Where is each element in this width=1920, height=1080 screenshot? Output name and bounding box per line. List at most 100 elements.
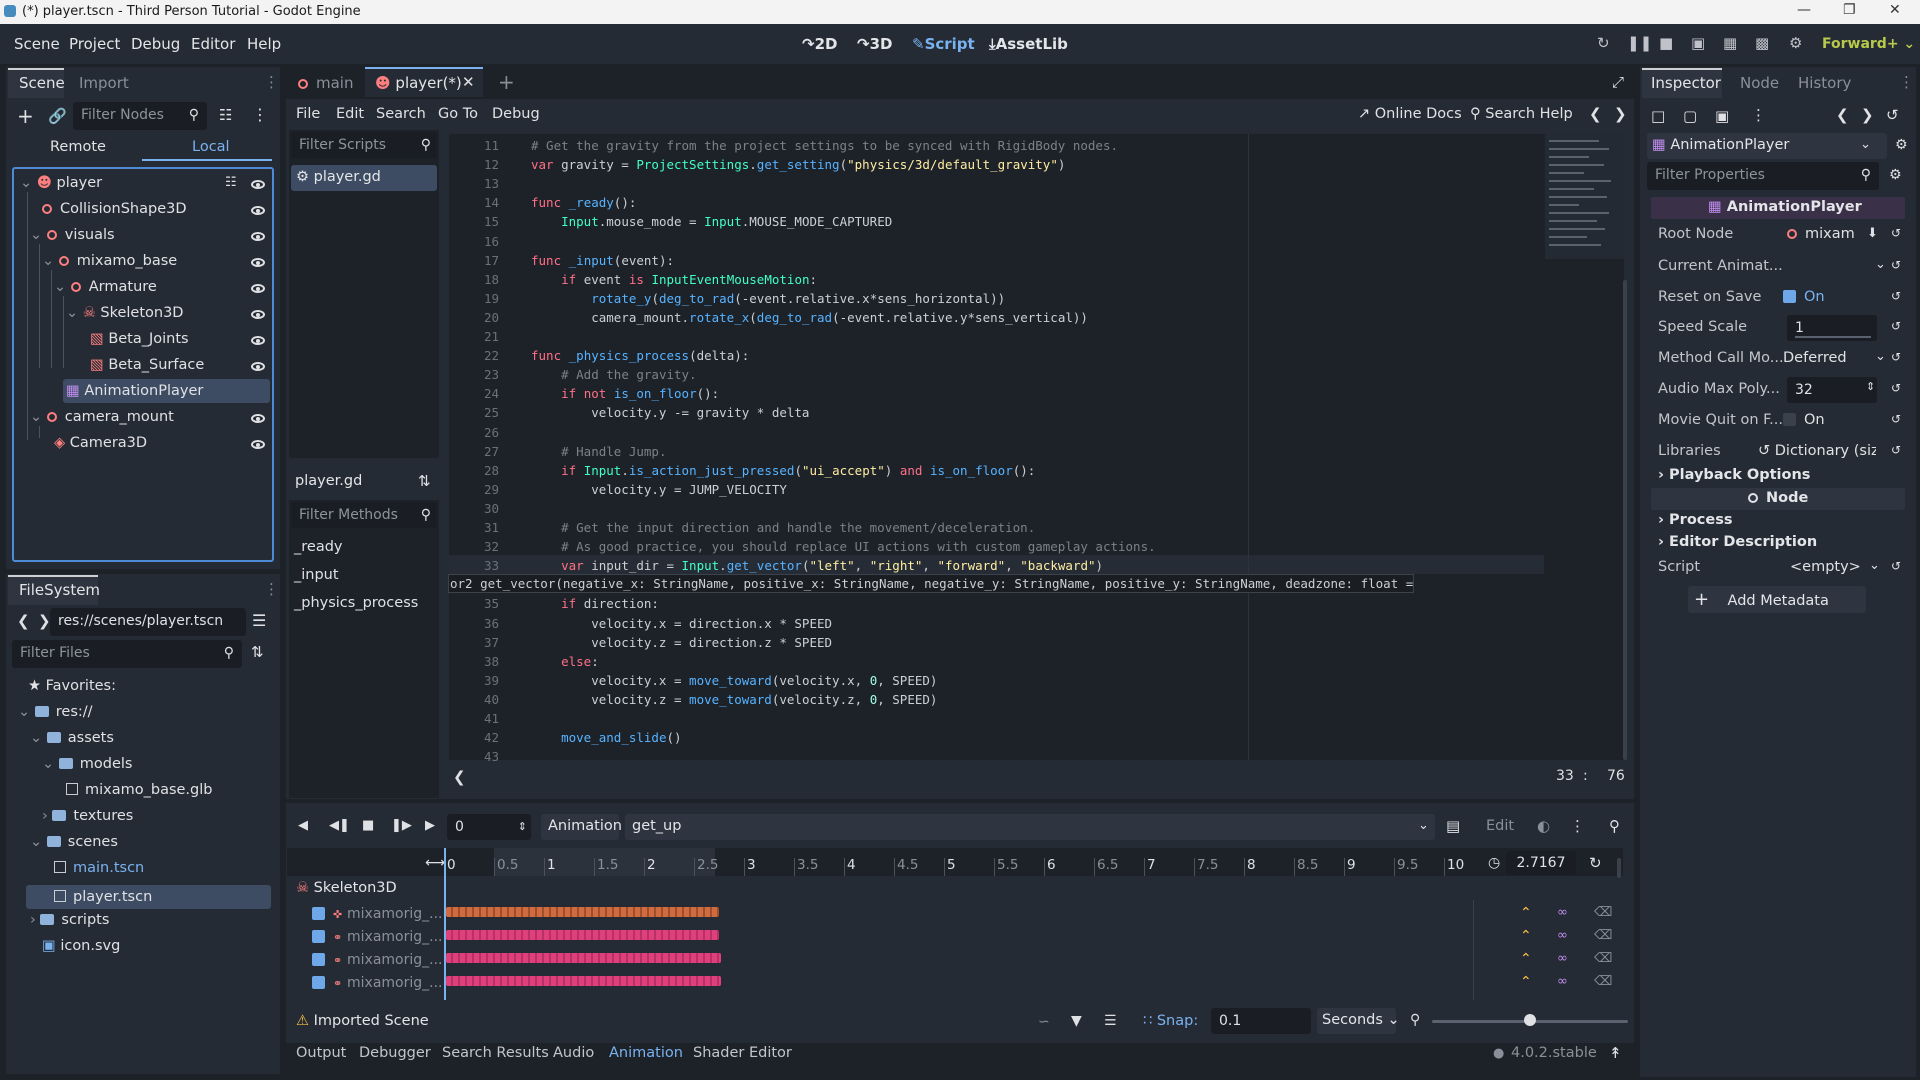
current-animation-select[interactable]: ⌄ — [1875, 257, 1886, 272]
zoom-slider-handle[interactable] — [1524, 1014, 1536, 1026]
res-root-item[interactable]: ⌄ res:// — [18, 700, 93, 724]
play-backwards-icon[interactable]: ◀❚ — [329, 818, 350, 833]
debug-icon[interactable]: ⚙ — [1789, 34, 1802, 52]
prop-method-call-mode-select[interactable]: Deferred — [1783, 350, 1847, 366]
path-field[interactable]: res://scenes/player.tscn — [50, 608, 246, 636]
script-menu-debug[interactable]: Debug — [492, 106, 540, 122]
track-keyframes[interactable] — [446, 930, 719, 940]
filter-scripts-input[interactable]: Filter Scripts ⚲ — [291, 132, 437, 158]
tree-node-player[interactable]: ⌄ ☻ player — [20, 171, 102, 195]
movie-maker-icon[interactable]: ▩ — [1755, 34, 1769, 52]
script-menu-file[interactable]: File — [296, 106, 320, 122]
bezier-curve-icon[interactable]: ∽ — [1038, 1014, 1050, 1030]
visibility-eye-icon[interactable] — [251, 258, 265, 267]
bottom-tab-debugger[interactable]: Debugger — [359, 1045, 431, 1061]
folder-assets[interactable]: ⌄ assets — [30, 726, 114, 750]
method-item-ready[interactable]: _ready — [294, 539, 342, 555]
tree-node-mixamo-base[interactable]: ⌄ mixamo_base — [42, 249, 177, 273]
revert-icon[interactable]: ↺ — [1891, 381, 1901, 395]
track-row[interactable]: ✜ mixamorig_... — [312, 904, 442, 922]
node-path-icon[interactable]: ⬇ — [1867, 226, 1878, 241]
track-row[interactable]: ⚭ mixamorig_... — [312, 950, 442, 968]
loop-wrap-icon[interactable]: ∞ — [1557, 974, 1568, 989]
snap-toggle[interactable]: ∷ Snap: — [1143, 1013, 1198, 1029]
code-minimap[interactable] — [1545, 134, 1625, 259]
track-keyframes[interactable] — [446, 953, 721, 963]
prop-script-value[interactable]: <empty> — [1790, 559, 1861, 575]
tab-history[interactable]: History — [1798, 74, 1851, 92]
history-back-icon[interactable]: ❮ — [1589, 105, 1602, 123]
play-scene-icon[interactable]: ▣ — [1691, 34, 1705, 52]
animation-length-input[interactable]: 2.7167 — [1506, 851, 1576, 875]
tree-node-beta-surface[interactable]: ▧ Beta_Surface — [90, 353, 204, 377]
trash-icon[interactable]: ⌫ — [1594, 974, 1612, 989]
online-docs-button[interactable]: ↗ Online Docs — [1358, 106, 1462, 122]
forward-icon[interactable]: ❯ — [38, 612, 51, 630]
tree-node-beta-joints[interactable]: ▧ Beta_Joints — [90, 327, 189, 351]
file-mixamo-base-glb[interactable]: mixamo_base.glb — [66, 778, 212, 802]
play-backwards-from-end-icon[interactable]: ◀ — [298, 818, 308, 833]
fit-timeline-icon[interactable]: ⟷ — [425, 855, 445, 871]
instance-scene-icon[interactable]: 🔗 — [48, 107, 67, 125]
track-enabled-checkbox[interactable] — [312, 930, 325, 943]
revert-icon[interactable]: ↺ — [1891, 443, 1901, 457]
pause-icon[interactable]: ❚❚ — [1627, 34, 1652, 52]
loop-icon[interactable]: ↻ — [1589, 854, 1602, 872]
track-enabled-checkbox[interactable] — [312, 976, 325, 989]
search-help-button[interactable]: ⚲ Search Help — [1470, 106, 1573, 122]
bottom-tab-audio[interactable]: Audio — [553, 1045, 594, 1061]
menu-project[interactable]: Project — [69, 35, 120, 53]
visibility-eye-icon[interactable] — [251, 414, 265, 423]
imported-scene-warning[interactable]: ⚠ Imported Scene — [296, 1013, 429, 1029]
visibility-eye-icon[interactable] — [251, 362, 265, 371]
workspace-assetlib[interactable]: ⤓AssetLib — [989, 35, 1068, 53]
tracks-scrollbar[interactable] — [1617, 858, 1621, 878]
tab-node[interactable]: Node — [1740, 74, 1779, 92]
menu-editor[interactable]: Editor — [191, 35, 235, 53]
add-node-icon[interactable]: + — [17, 104, 34, 128]
tree-node-armature[interactable]: ⌄ Armature — [54, 275, 157, 299]
loop-wrap-icon[interactable]: ∞ — [1557, 905, 1568, 920]
revert-icon[interactable]: ↺ — [1891, 350, 1901, 364]
tree-node-skeleton3d[interactable]: ⌄ ☠ Skeleton3D — [66, 301, 183, 325]
tree-node-animationplayer[interactable]: ▦ AnimationPlayer — [66, 379, 203, 403]
track-keyframes[interactable] — [446, 976, 721, 986]
renderer-select[interactable]: Forward+ ⌄ — [1822, 36, 1915, 52]
distraction-free-icon[interactable]: ⤢ — [1612, 73, 1624, 91]
section-editor-description[interactable]: › Editor Description — [1658, 534, 1817, 550]
history-forward-icon[interactable]: ❯ — [1614, 105, 1627, 123]
file-main-tscn[interactable]: main.tscn — [54, 856, 144, 880]
workspace-3d[interactable]: ↷3D — [857, 35, 892, 53]
bottom-tab-shader-editor[interactable]: Shader Editor — [693, 1045, 792, 1061]
revert-icon[interactable]: ↺ — [1891, 289, 1901, 303]
edit-button[interactable]: Edit — [1486, 818, 1514, 834]
stop-icon[interactable]: ■ — [362, 818, 374, 833]
bottom-tab-animation[interactable]: Animation — [609, 1045, 683, 1061]
trash-icon[interactable]: ⌫ — [1594, 905, 1612, 920]
method-item-physics-process[interactable]: _physics_process — [294, 595, 418, 611]
file-player-tscn[interactable]: player.tscn — [54, 885, 152, 909]
menu-scene[interactable]: Scene — [14, 35, 60, 53]
track-group-skeleton3d[interactable]: ☠ Skeleton3D — [296, 880, 397, 896]
add-tab-icon[interactable]: + — [498, 70, 515, 94]
close-tab-icon[interactable]: ✕ — [462, 73, 475, 91]
favorites-item[interactable]: ★ Favorites: — [28, 674, 116, 698]
history-back-icon[interactable]: ❮ — [1836, 106, 1849, 124]
interpolation-mode-icon[interactable]: ⌃ — [1520, 974, 1532, 990]
back-icon[interactable]: ❮ — [17, 612, 30, 630]
track-keyframes[interactable] — [446, 907, 719, 917]
close-window-button[interactable]: ✕ — [1889, 2, 1901, 18]
group-tracks-icon[interactable]: ☰ — [1104, 1013, 1117, 1029]
remote-deploy-icon[interactable]: ↻ — [1597, 34, 1610, 52]
animation-more-icon[interactable]: ⋮ — [1570, 817, 1585, 835]
trash-icon[interactable]: ⌫ — [1594, 951, 1612, 966]
filter-methods-input[interactable]: Filter Methods ⚲ — [291, 502, 437, 528]
prop-root-node-value[interactable]: mixam — [1787, 226, 1855, 242]
section-process[interactable]: › Process — [1658, 512, 1732, 528]
pin-icon[interactable]: ⚲ — [1609, 817, 1620, 835]
script-menu-edit[interactable]: Edit — [336, 106, 364, 122]
interpolation-mode-icon[interactable]: ⌃ — [1520, 928, 1532, 944]
play-custom-scene-icon[interactable]: ▦ — [1723, 34, 1737, 52]
dock-menu-icon[interactable]: ⋮ — [264, 73, 279, 91]
split-mode-icon[interactable]: ☰ — [252, 611, 266, 630]
